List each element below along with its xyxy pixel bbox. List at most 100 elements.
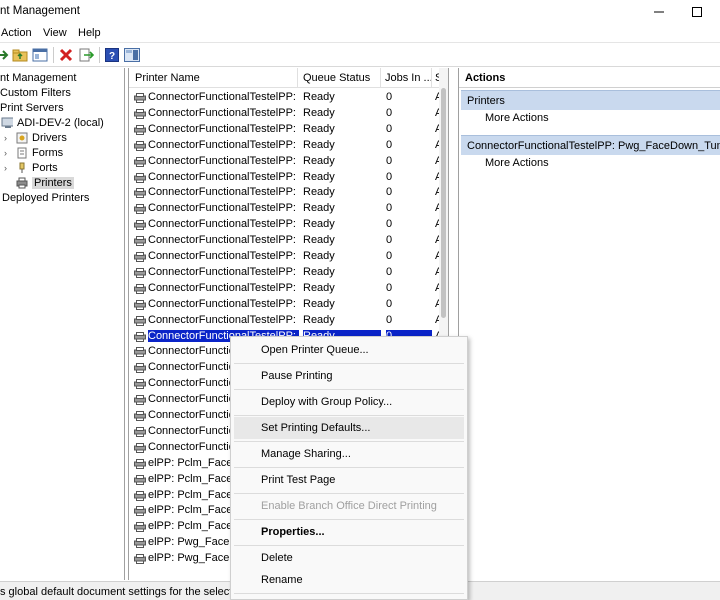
forward-icon xyxy=(0,50,9,60)
jobs-cell: 0 xyxy=(386,281,393,294)
printer-icon xyxy=(134,124,146,135)
export-icon xyxy=(79,48,94,62)
menu-item-enable-branch-office-direct-printing: Enable Branch Office Direct Printing xyxy=(261,500,437,512)
table-row[interactable]: ConnectorFunctionalTestelPP: ...Ready0A xyxy=(129,185,441,201)
printer-icon xyxy=(134,267,146,278)
tree-item-custom-filters[interactable]: Custom Filters xyxy=(0,85,71,100)
jobs-cell: 0 xyxy=(386,170,393,183)
actions-pane: Actions Printers More Actions ConnectorF… xyxy=(458,68,720,580)
expand-chevron-icon[interactable]: › xyxy=(4,133,7,143)
table-row[interactable]: ConnectorFunctionalTestelPP: ...Ready0A xyxy=(129,233,441,249)
menu-separator xyxy=(234,545,464,546)
printer-icon xyxy=(134,283,146,294)
table-row[interactable]: ConnectorFunctionalTestelPP: ...Ready0A xyxy=(129,138,441,154)
jobs-cell: 0 xyxy=(386,234,393,247)
jobs-cell: 0 xyxy=(386,186,393,199)
printer-name-cell: ConnectorFunctionalTestelPP: ... xyxy=(148,138,299,151)
queue-status-cell: Ready xyxy=(303,138,335,151)
column-header-printer-name[interactable]: Printer Name xyxy=(135,72,295,84)
more-actions-link[interactable]: More Actions xyxy=(485,157,549,169)
actions-group-selected-printer[interactable]: ConnectorFunctionalTestelPP: Pwg_FaceDow… xyxy=(461,135,720,155)
jobs-cell: 0 xyxy=(386,122,393,135)
tree-item-forms[interactable]: Forms xyxy=(16,145,63,160)
column-header-queue-status[interactable]: Queue Status xyxy=(303,72,378,84)
menu-item-delete[interactable]: Delete xyxy=(234,547,464,569)
console-tree-button[interactable] xyxy=(31,46,49,64)
tree-item-ports[interactable]: Ports xyxy=(16,160,58,175)
menu-item-pause-printing[interactable]: Pause Printing xyxy=(234,365,464,387)
column-divider[interactable] xyxy=(297,68,298,88)
menu-item-help[interactable]: Help xyxy=(234,595,464,599)
help-icon: ? xyxy=(105,48,119,62)
folder-up-button[interactable] xyxy=(11,46,29,64)
help-button[interactable]: ? xyxy=(103,46,121,64)
table-row[interactable]: ConnectorFunctionalTestelPP: ...Ready0A xyxy=(129,313,441,329)
table-row[interactable]: ConnectorFunctionalTestelPP: ...Ready0A xyxy=(129,249,441,265)
context-menu: Open Printer Queue... Pause Printing Deplo… xyxy=(230,336,468,600)
tree-item-print-servers[interactable]: Print Servers xyxy=(0,100,64,115)
jobs-cell: 0 xyxy=(386,138,393,151)
export-button[interactable] xyxy=(77,46,95,64)
menu-item-open-printer-queue[interactable]: Open Printer Queue... xyxy=(234,339,464,361)
ports-icon xyxy=(19,162,25,173)
table-row[interactable]: ConnectorFunctionalTestelPP: ...Ready0A xyxy=(129,106,441,122)
menu-separator xyxy=(234,389,464,390)
printer-icon xyxy=(134,331,146,342)
scrollbar-thumb[interactable] xyxy=(441,88,446,318)
printer-icon xyxy=(134,458,146,469)
table-row[interactable]: ConnectorFunctionalTestelPP: ...Ready0A xyxy=(129,201,441,217)
menu-view[interactable]: View xyxy=(43,27,67,39)
table-row[interactable]: ConnectorFunctionalTestelPP: ...Ready0A xyxy=(129,265,441,281)
jobs-cell: 0 xyxy=(386,313,393,326)
menu-item-print-test-page[interactable]: Print Test Page xyxy=(234,469,464,491)
printer-name-cell: ConnectorFunctionalTestelPP: ... xyxy=(148,281,299,294)
column-divider[interactable] xyxy=(431,68,432,88)
table-row[interactable]: ConnectorFunctionalTestelPP: ...Ready0A xyxy=(129,297,441,313)
jobs-cell: 0 xyxy=(386,218,393,231)
tree-item-drivers[interactable]: Drivers xyxy=(16,130,67,145)
column-divider[interactable] xyxy=(380,68,381,88)
table-row[interactable]: ConnectorFunctionalTestelPP: ...Ready0A xyxy=(129,170,441,186)
tree-item-server[interactable]: ADI-DEV-2 (local) xyxy=(1,115,104,130)
menu-item-properties[interactable]: Properties... xyxy=(234,521,464,543)
expand-chevron-icon[interactable]: › xyxy=(4,163,7,173)
menu-action[interactable]: Action xyxy=(1,27,32,39)
more-actions-link[interactable]: More Actions xyxy=(485,112,549,124)
queue-status-cell: Ready xyxy=(303,218,335,231)
printer-icon xyxy=(134,411,146,421)
table-row[interactable]: ConnectorFunctionalTestelPP: ...Ready0A xyxy=(129,217,441,233)
table-row[interactable]: ConnectorFunctionalTestelPP: ...Ready0A xyxy=(129,154,441,170)
printer-name-cell: ConnectorFunctionalTestelPP: ... xyxy=(148,106,299,119)
column-header-jobs[interactable]: Jobs In ... xyxy=(385,72,431,84)
queue-status-cell: Ready xyxy=(303,234,335,247)
toolbar-separator xyxy=(53,47,54,63)
queue-status-cell: Ready xyxy=(303,186,335,199)
menu-item-manage-sharing[interactable]: Manage Sharing... xyxy=(234,443,464,465)
actions-group-printers[interactable]: Printers xyxy=(461,90,720,110)
tree-item-printers[interactable]: Printers xyxy=(16,175,74,190)
tree-item-label: Custom Filters xyxy=(0,86,71,99)
table-row[interactable]: ConnectorFunctionalTestelPP: ...Ready0A xyxy=(129,281,441,297)
printer-icon xyxy=(134,108,146,119)
svg-text:?: ? xyxy=(109,51,115,62)
table-row[interactable]: ConnectorFunctionalTestelPP: ...Ready0A xyxy=(129,122,441,138)
show-hide-pane-button[interactable] xyxy=(123,46,141,64)
jobs-cell: 0 xyxy=(386,297,393,310)
tree-item-print-management[interactable]: nt Management xyxy=(0,70,76,85)
expand-chevron-icon[interactable]: › xyxy=(4,148,7,158)
delete-button[interactable] xyxy=(57,46,75,64)
jobs-cell: 0 xyxy=(386,250,393,262)
queue-status-cell: Ready xyxy=(303,281,335,294)
menu-item-rename[interactable]: Rename xyxy=(234,569,464,591)
menu-item-deploy-with-group-policy[interactable]: Deploy with Group Policy... xyxy=(234,391,464,413)
maximize-icon xyxy=(692,7,702,17)
menu-item-set-printing-defaults[interactable]: Set Printing Defaults... xyxy=(234,417,464,439)
toolbar-separator xyxy=(99,47,100,63)
maximize-button[interactable] xyxy=(674,0,720,24)
table-row[interactable]: ConnectorFunctionalTestelPP: ...Ready0A xyxy=(129,90,441,106)
server-icon xyxy=(1,117,13,128)
menu-help[interactable]: Help xyxy=(78,27,101,39)
tree-item-deployed-printers[interactable]: Deployed Printers xyxy=(2,190,89,205)
queue-status-cell: Ready xyxy=(303,250,335,262)
jobs-cell: 0 xyxy=(386,154,393,167)
